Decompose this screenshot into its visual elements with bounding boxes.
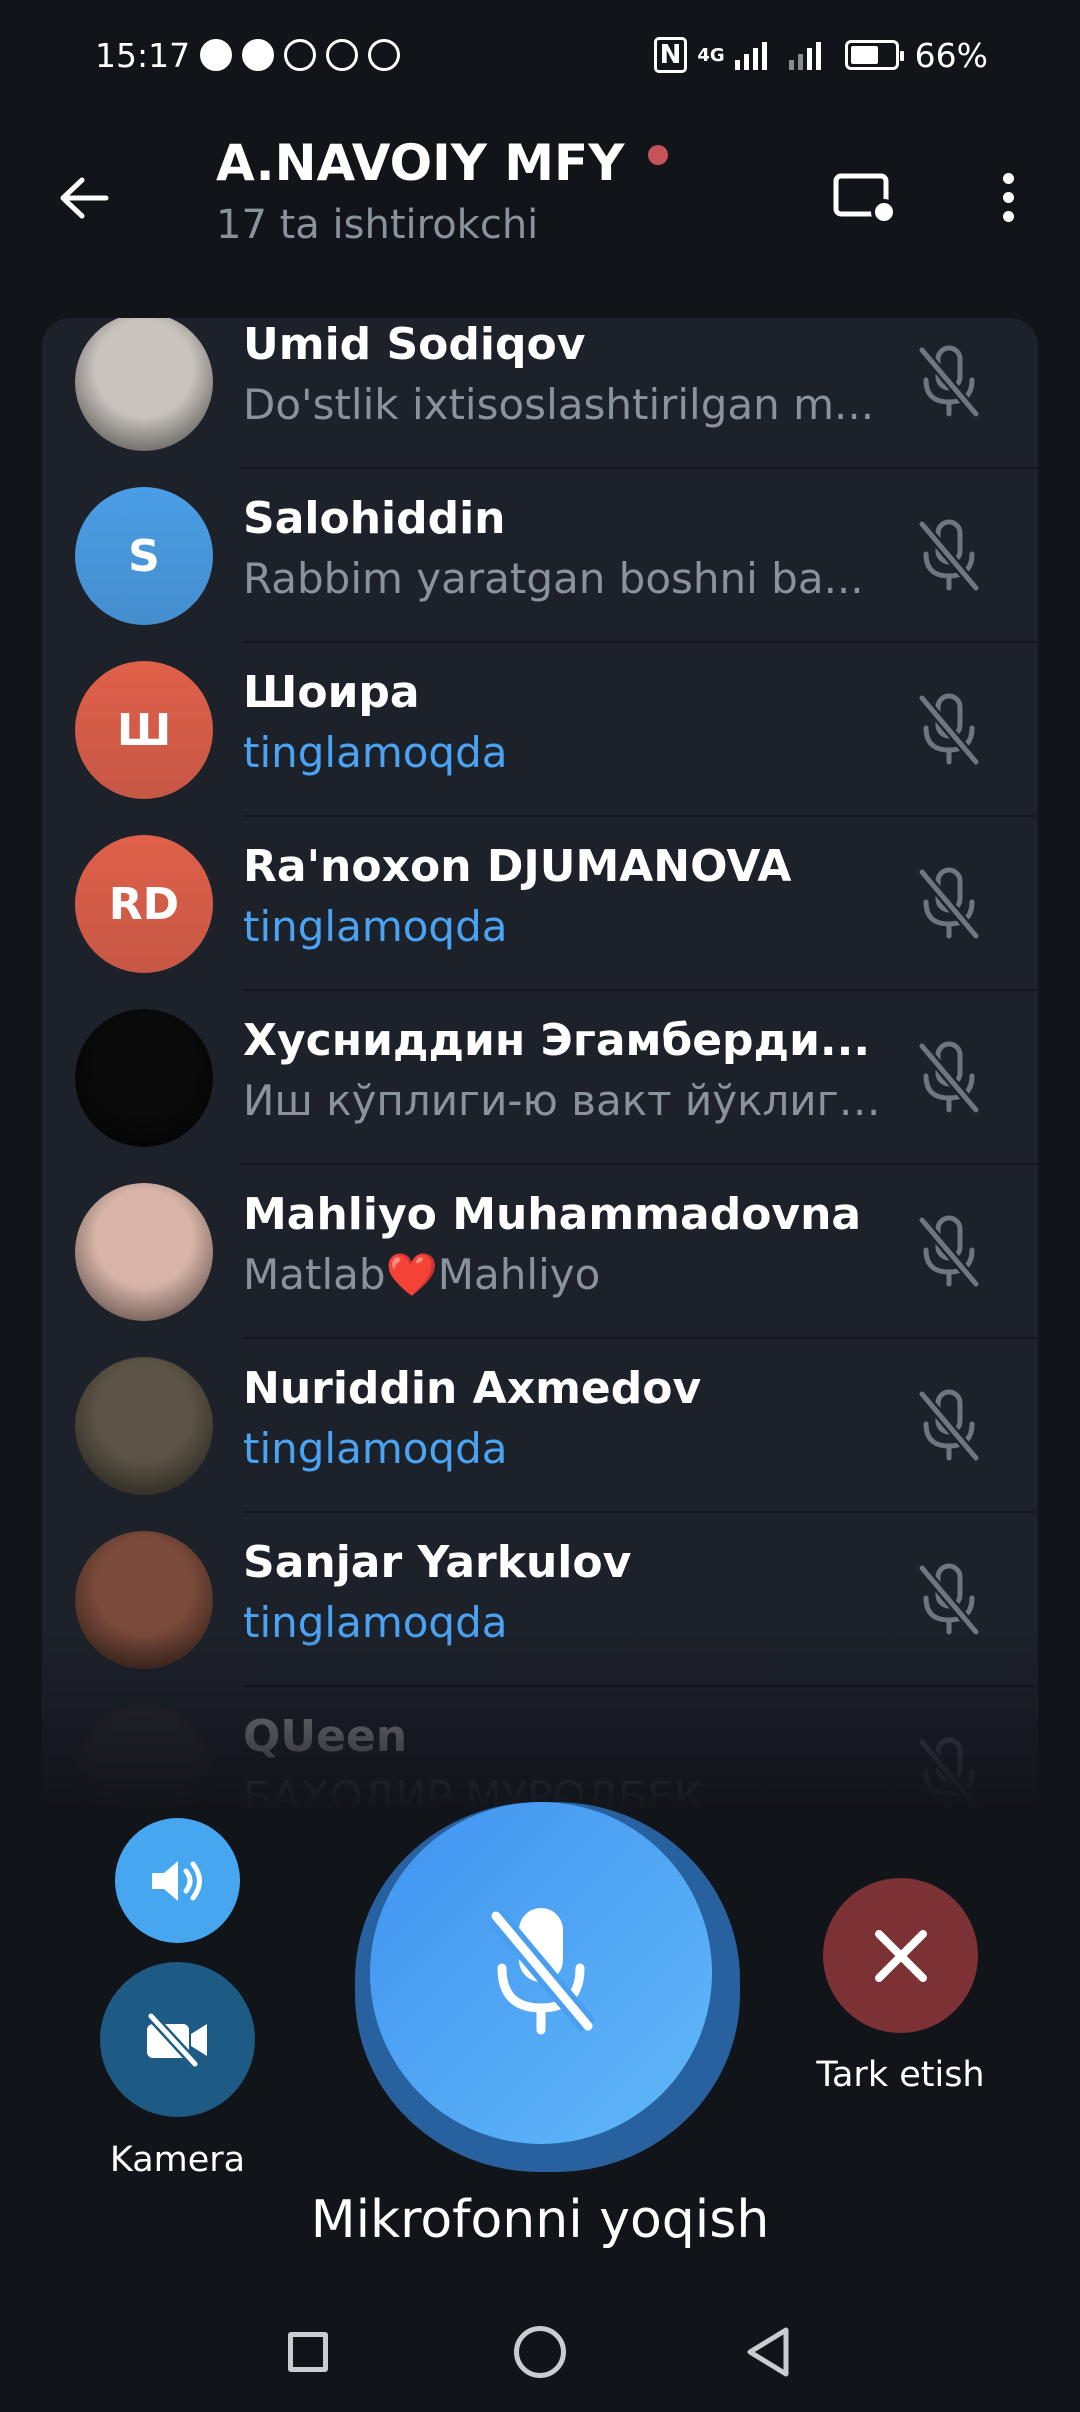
participant-row[interactable]: Ш Шоира tinglamoqda xyxy=(42,643,1038,817)
recents-button[interactable] xyxy=(288,2332,328,2372)
participant-info: Umid Sodiqov Do'stlik ixtisoslashtirilgan… xyxy=(243,319,883,429)
participant-status: tinglamoqda xyxy=(243,1424,508,1473)
participant-info: Шоира tinglamoqda xyxy=(243,667,883,777)
avatar-photo[interactable] xyxy=(75,1531,213,1669)
more-dot xyxy=(1002,191,1014,203)
avatar-photo[interactable] xyxy=(75,1009,213,1147)
arrow-left-icon xyxy=(60,177,109,219)
avatar-photo[interactable] xyxy=(75,1705,213,1828)
participant-info: Salohiddin Rabbim yaratgan boshni ba... xyxy=(243,493,883,603)
status-left: 15:17 xyxy=(95,35,401,75)
screen-share-button[interactable] xyxy=(830,162,900,232)
avatar-initials: RD xyxy=(108,878,180,930)
signal-icon xyxy=(734,40,767,70)
participant-info: Хусниддин Эгамберди... Иш кўплиги-ю вакт … xyxy=(243,1015,883,1125)
more-options-button[interactable] xyxy=(978,162,1038,232)
participant-status: Do'stlik ixtisoslashtirilgan m... xyxy=(243,380,875,429)
status-time: 15:17 xyxy=(95,35,191,75)
mic-off-icon xyxy=(918,1737,980,1810)
participant-status: tinglamoqda xyxy=(243,902,508,951)
speaker-icon xyxy=(151,1860,202,1901)
participant-name: Ra'noxon DJUMANOVA xyxy=(243,841,792,892)
close-icon xyxy=(874,1929,927,1982)
notification-chat-icon xyxy=(242,39,275,71)
avatar-photo[interactable] xyxy=(75,1357,213,1495)
back-nav-button[interactable] xyxy=(744,2326,794,2378)
avatar[interactable]: RD xyxy=(75,835,213,973)
mic-off-icon xyxy=(918,867,980,940)
home-button[interactable] xyxy=(514,2326,566,2378)
notification-add-icon xyxy=(284,39,317,71)
participant-name: Nuriddin Axmedov xyxy=(243,1363,702,1414)
avatar[interactable]: Ш xyxy=(75,661,213,799)
avatar-initials: S xyxy=(128,530,160,582)
participant-name: Шоира xyxy=(243,667,420,718)
status-bar: 15:17 N 4G 66% xyxy=(0,0,1080,110)
mic-off-icon xyxy=(918,1215,980,1288)
mic-off-icon xyxy=(918,345,980,418)
mic-off-icon xyxy=(918,693,980,766)
participant-info: Ra'noxon DJUMANOVA tinglamoqda xyxy=(243,841,883,951)
participant-row[interactable]: S Salohiddin Rabbim yaratgan boshni ba... xyxy=(42,469,1038,643)
participant-info: Mahliyo Muhammadovna Matlab❤️Mahliyo xyxy=(243,1189,883,1300)
signal-icon-2 xyxy=(788,40,821,70)
mic-label: Mikrofonni yoqish xyxy=(310,2190,770,2250)
nfc-icon: N xyxy=(653,37,688,73)
system-nav-bar xyxy=(0,2300,1080,2412)
participant-name: Salohiddin xyxy=(243,493,506,544)
participant-name: Хусниддин Эгамберди... xyxy=(243,1015,871,1066)
participant-name: Mahliyo Muhammadovna xyxy=(243,1189,862,1240)
call-title[interactable]: A.NAVOIY MFY xyxy=(216,134,669,192)
avatar-initials: Ш xyxy=(116,704,172,756)
call-title-text: A.NAVOIY MFY xyxy=(216,134,625,192)
more-dot xyxy=(1002,210,1014,222)
participant-status: tinglamoqda xyxy=(243,728,508,777)
status-right: N 4G 66% xyxy=(653,35,988,75)
mic-off-icon xyxy=(918,1563,980,1636)
participant-row[interactable]: Umid Sodiqov Do'stlik ixtisoslashtirilgan… xyxy=(42,318,1038,469)
participant-row[interactable]: RD Ra'noxon DJUMANOVA tinglamoqda xyxy=(42,817,1038,991)
participant-row[interactable]: Mahliyo Muhammadovna Matlab❤️Mahliyo xyxy=(42,1165,1038,1339)
participant-status: Rabbim yaratgan boshni ba... xyxy=(243,554,864,603)
notification-add-icon-3 xyxy=(368,39,401,71)
call-header: A.NAVOIY MFY 17 ta ishtirokchi xyxy=(0,110,1080,270)
mic-off-icon xyxy=(918,1041,980,1114)
notification-add-icon-2 xyxy=(326,39,359,71)
battery-icon xyxy=(844,40,904,70)
avatar-photo[interactable] xyxy=(75,1183,213,1321)
participant-status: tinglamoqda xyxy=(243,1598,508,1647)
participant-info: Sanjar Yarkulov tinglamoqda xyxy=(243,1537,883,1647)
back-button[interactable] xyxy=(48,162,120,234)
participant-name: Sanjar Yarkulov xyxy=(243,1537,632,1588)
participant-row[interactable]: Nuriddin Axmedov tinglamoqda xyxy=(42,1339,1038,1513)
avatar-photo[interactable] xyxy=(75,318,213,451)
participant-count: 17 ta ishtirokchi xyxy=(216,202,539,248)
participant-row[interactable]: Sanjar Yarkulov tinglamoqda xyxy=(42,1513,1038,1687)
mic-off-icon xyxy=(488,1908,596,2035)
participant-row[interactable]: Хусниддин Эгамберди... Иш кўплиги-ю вакт … xyxy=(42,991,1038,1165)
microphone-button[interactable] xyxy=(370,1802,712,2144)
camera-label: Kamera xyxy=(109,2140,246,2180)
participant-status: Иш кўплиги-ю вакт йўклиги... xyxy=(243,1076,883,1125)
camera-button[interactable] xyxy=(100,1962,255,2117)
mic-off-icon xyxy=(918,519,980,592)
avatar[interactable]: S xyxy=(75,487,213,625)
leave-label: Tark etish xyxy=(816,2055,985,2095)
recording-dot xyxy=(648,145,669,165)
battery-percent: 66% xyxy=(914,35,988,75)
mic-off-icon xyxy=(918,1389,980,1462)
participant-list[interactable]: Umid Sodiqov Do'stlik ixtisoslashtirilgan… xyxy=(42,318,1038,1828)
video-off-icon xyxy=(146,2012,207,2067)
network-type: 4G xyxy=(697,44,725,66)
more-dot xyxy=(1002,172,1014,184)
participant-name: QUeen xyxy=(243,1711,408,1762)
screen-share-icon xyxy=(833,173,897,225)
participant-status: Matlab❤️Mahliyo xyxy=(243,1250,601,1299)
participant-name: Umid Sodiqov xyxy=(243,319,586,370)
leave-button[interactable] xyxy=(823,1878,978,2033)
speaker-button[interactable] xyxy=(115,1818,240,1943)
participant-info: Nuriddin Axmedov tinglamoqda xyxy=(243,1363,883,1473)
notification-pause-icon xyxy=(200,39,233,71)
